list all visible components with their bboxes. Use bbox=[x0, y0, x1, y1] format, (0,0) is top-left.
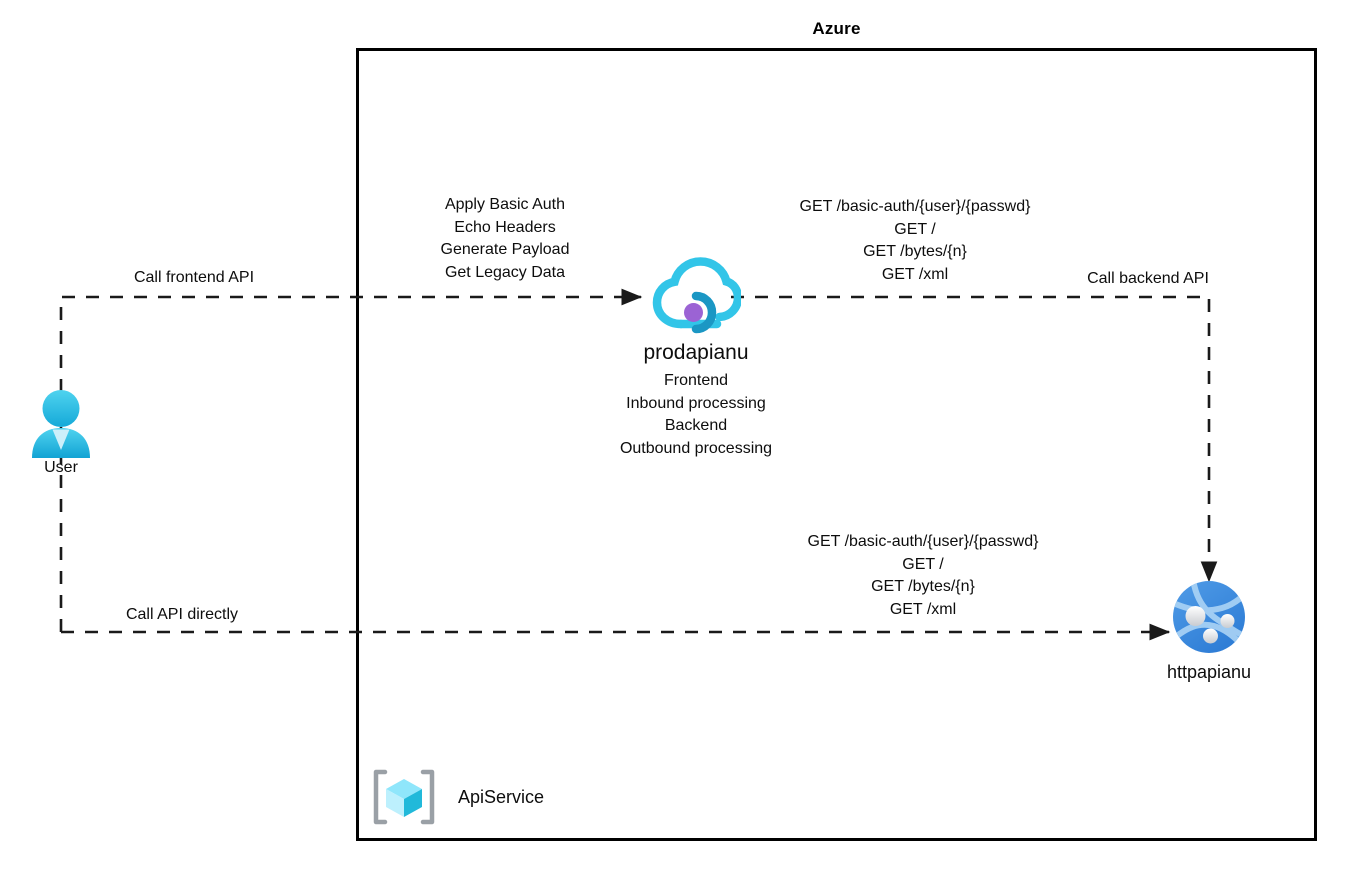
node-prodapianu-label: prodapianu bbox=[643, 341, 749, 364]
node-prodapianu[interactable]: prodapianu Frontend Inbound processing B… bbox=[581, 252, 811, 460]
user-person-icon bbox=[11, 388, 111, 460]
edge-label-call-frontend-api: Call frontend API bbox=[133, 269, 255, 286]
diagram-canvas: Azure Call frontend API Call backend API… bbox=[0, 0, 1351, 877]
node-user-label: User bbox=[44, 459, 78, 476]
node-httpapianu[interactable]: httpapianu bbox=[1139, 578, 1279, 683]
edge-label-direct-operations: GET /basic-auth/{user}/{passwd} GET / GE… bbox=[807, 533, 1039, 618]
resource-group-apiservice[interactable]: ApiService bbox=[372, 766, 544, 828]
node-prodapianu-sublabels: Frontend Inbound processing Backend Outb… bbox=[619, 372, 773, 457]
azure-resource-group-icon bbox=[372, 766, 436, 828]
azure-app-service-globe-icon bbox=[1170, 578, 1248, 656]
azure-boundary-box bbox=[356, 48, 1317, 841]
azure-api-management-cloud-icon bbox=[651, 252, 743, 337]
edge-label-call-api-directly: Call API directly bbox=[125, 606, 239, 623]
node-httpapianu-label: httpapianu bbox=[1166, 662, 1252, 682]
edge-label-backend-operations: GET /basic-auth/{user}/{passwd} GET / GE… bbox=[799, 198, 1031, 283]
azure-boundary-title: Azure bbox=[812, 19, 861, 38]
node-user[interactable]: User bbox=[11, 388, 111, 478]
edge-label-call-backend-api: Call backend API bbox=[1087, 270, 1209, 287]
resource-group-label: ApiService bbox=[458, 786, 545, 807]
